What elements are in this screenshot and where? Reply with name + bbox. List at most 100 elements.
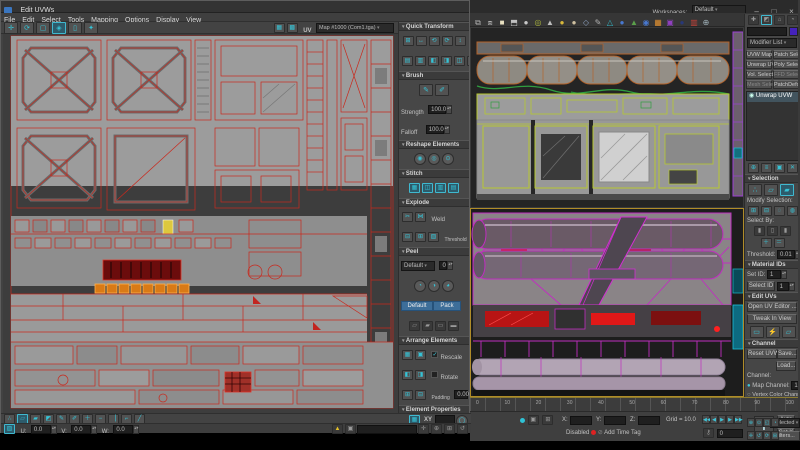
rotate-cw-icon[interactable]: ⟳ <box>442 36 453 46</box>
rotate-snap-icon[interactable]: ▩ <box>287 23 298 33</box>
peel-pack-button[interactable]: Pack <box>433 301 461 311</box>
pelt-icon[interactable]: ▱ <box>782 326 796 338</box>
modifier-button[interactable]: Mesh Select <box>746 80 772 89</box>
align-top-icon[interactable]: ◫ <box>454 56 465 66</box>
selection-rollout-header[interactable]: Selection <box>745 174 800 183</box>
pan-icon[interactable]: ✛ <box>747 431 755 440</box>
w-spinner[interactable]: ▴▾ <box>133 425 139 434</box>
select-id-spinner[interactable]: ▴▾ <box>789 282 795 291</box>
u-spinner[interactable]: ▴▾ <box>51 425 57 434</box>
zoom-extents-icon[interactable]: ◱ <box>763 418 771 427</box>
relax-brush-icon[interactable]: ✐ <box>435 84 449 96</box>
stitch-header[interactable]: Stitch <box>399 169 469 178</box>
u-field[interactable]: 0.0 <box>31 425 51 434</box>
add-time-tag[interactable]: Add Time Tag <box>604 430 641 436</box>
flatten-by-group-icon[interactable]: ⊟ <box>402 232 413 242</box>
pan-icon[interactable]: ✛ <box>418 424 429 434</box>
reshape-elements-header[interactable]: Reshape Elements <box>399 140 469 149</box>
frame-number-field[interactable]: 0 <box>717 429 743 438</box>
rotate-icon[interactable]: ⟳ <box>20 22 34 34</box>
prev-frame-icon[interactable]: ◀ <box>710 415 718 424</box>
map-channel-radio[interactable]: ● <box>747 383 751 389</box>
v-field[interactable]: 0.0 <box>71 425 91 434</box>
arrange-elements-header[interactable]: Arrange Elements <box>399 336 469 345</box>
stitch-source-icon[interactable]: ▥ <box>435 183 446 193</box>
make-unique-icon[interactable]: ▣ <box>774 163 785 173</box>
show-map-icon[interactable]: ▨ <box>4 424 15 434</box>
quick-peel-icon[interactable]: ◔ <box>414 280 426 292</box>
zoom-region-icon[interactable]: ⊞ <box>444 424 455 434</box>
select-by-material-icon[interactable]: ▮ <box>780 226 791 236</box>
tweak-in-view-button[interactable]: Tweak In View <box>747 314 797 324</box>
modifier-button[interactable]: PatchDeform <box>773 80 799 89</box>
channel-rollout-header[interactable]: Channel <box>745 339 800 348</box>
maximize-viewport-icon[interactable]: ⊞ <box>771 431 779 440</box>
roll-icon[interactable]: ⟳ <box>763 431 771 440</box>
align-edge-icon[interactable]: ↕ <box>455 36 466 46</box>
select-id-button[interactable]: Select ID <box>747 281 775 291</box>
object-color-swatch[interactable] <box>789 27 798 36</box>
relax-icon[interactable]: ⊙ <box>442 153 454 165</box>
modifier-button[interactable]: UVW Map <box>746 50 772 59</box>
pin-stack-icon[interactable]: ⊕ <box>748 163 759 173</box>
x-field[interactable] <box>570 416 592 425</box>
vertex-subobject-icon[interactable]: ∴ <box>748 184 762 196</box>
next-frame-icon[interactable]: ▶ <box>726 415 734 424</box>
go-to-start-icon[interactable]: ◀◀ <box>702 415 710 424</box>
remove-modifier-icon[interactable]: ✕ <box>787 163 798 173</box>
lock-selection-icon[interactable]: ▣ <box>528 415 539 425</box>
zoom-icon[interactable]: ⊕ <box>747 418 755 427</box>
stack-item-unwrap-uvw[interactable]: ◉ Unwrap UVW <box>747 92 798 102</box>
align-horizontal-icon[interactable]: ⊞ <box>403 36 414 46</box>
threshold-field[interactable]: 0.01 <box>777 250 795 259</box>
rotate-elements-icon[interactable]: ◨ <box>415 370 426 380</box>
reset-uvws-button[interactable]: Reset UVWs <box>747 349 777 359</box>
paint-move-brush-icon[interactable]: ✎ <box>419 84 433 96</box>
space-h-icon[interactable]: ▤ <box>402 56 413 66</box>
visibility-eye-icon[interactable]: ◉ <box>749 93 756 99</box>
loop-icon[interactable]: ◍ <box>787 206 798 216</box>
modifier-button[interactable]: Patch Select <box>773 50 799 59</box>
pack-full-icon[interactable]: ⊟ <box>415 390 426 400</box>
relax-until-flat-icon[interactable]: ◎ <box>428 153 440 165</box>
peel-mode-icon[interactable]: ◑ <box>428 280 440 292</box>
modifier-list-dropdown[interactable]: Modifier List <box>747 38 797 48</box>
falloff-field[interactable]: 100.0 <box>426 125 444 134</box>
rotate-ccw-icon[interactable]: ⟲ <box>429 36 440 46</box>
peel-iterations-field[interactable]: 0 <box>439 261 447 270</box>
modifier-button[interactable]: FFD Select <box>773 70 799 79</box>
break-icon[interactable]: ✂ <box>402 212 413 222</box>
y-field[interactable] <box>604 416 626 425</box>
rescale-checkbox[interactable]: ✓ <box>431 351 438 358</box>
texture-map-dropdown[interactable]: Map #1000 (Com1.tga) <box>316 23 394 33</box>
shrink-icon[interactable]: ⊟ <box>761 206 772 216</box>
plus-icon[interactable]: ＋ <box>761 238 772 248</box>
rescale-elements-icon[interactable]: ◧ <box>402 370 413 380</box>
load-button[interactable]: Load... <box>776 361 796 371</box>
align-grid-icon[interactable]: ▦ <box>467 56 469 66</box>
edit-uvs-rollout-header[interactable]: Edit UVs <box>745 292 800 301</box>
rotate-checkbox[interactable] <box>431 371 438 378</box>
viewport-bottom[interactable] <box>470 208 744 397</box>
hierarchy-tab-icon[interactable]: ⌂ <box>774 15 785 25</box>
flatten-by-id-icon[interactable]: ⊞ <box>415 232 426 242</box>
move-icon[interactable]: ✛ <box>4 22 18 34</box>
falloff-spinner[interactable]: ▴▾ <box>444 125 450 134</box>
play-icon[interactable]: ▶ <box>718 415 726 424</box>
brush-header[interactable]: Brush <box>399 71 469 80</box>
polygon-subobject-icon[interactable]: ▰ <box>780 184 794 196</box>
v-spinner[interactable]: ▴▾ <box>91 425 97 434</box>
quick-transform-header[interactable]: Quick Transform <box>399 22 469 31</box>
mirror-icon[interactable]: ▯ <box>68 22 82 34</box>
ring-icon[interactable]: ◌ <box>774 206 785 216</box>
equal-icon[interactable]: ＝ <box>774 238 785 248</box>
show-end-result-icon[interactable]: ≡ <box>761 163 772 173</box>
align-vertical-icon[interactable]: ↔ <box>416 36 427 46</box>
edge-subobject-icon[interactable]: ▱ <box>764 184 778 196</box>
modifier-button[interactable]: Poly Select <box>773 60 799 69</box>
modify-tab-icon[interactable]: ◩ <box>761 15 772 25</box>
explode-header[interactable]: Explode <box>399 198 469 207</box>
padding-field[interactable]: 0.001 <box>454 390 468 399</box>
motion-tab-icon[interactable]: ◔ <box>787 15 798 25</box>
stitch-average-icon[interactable]: ◫ <box>422 183 433 193</box>
